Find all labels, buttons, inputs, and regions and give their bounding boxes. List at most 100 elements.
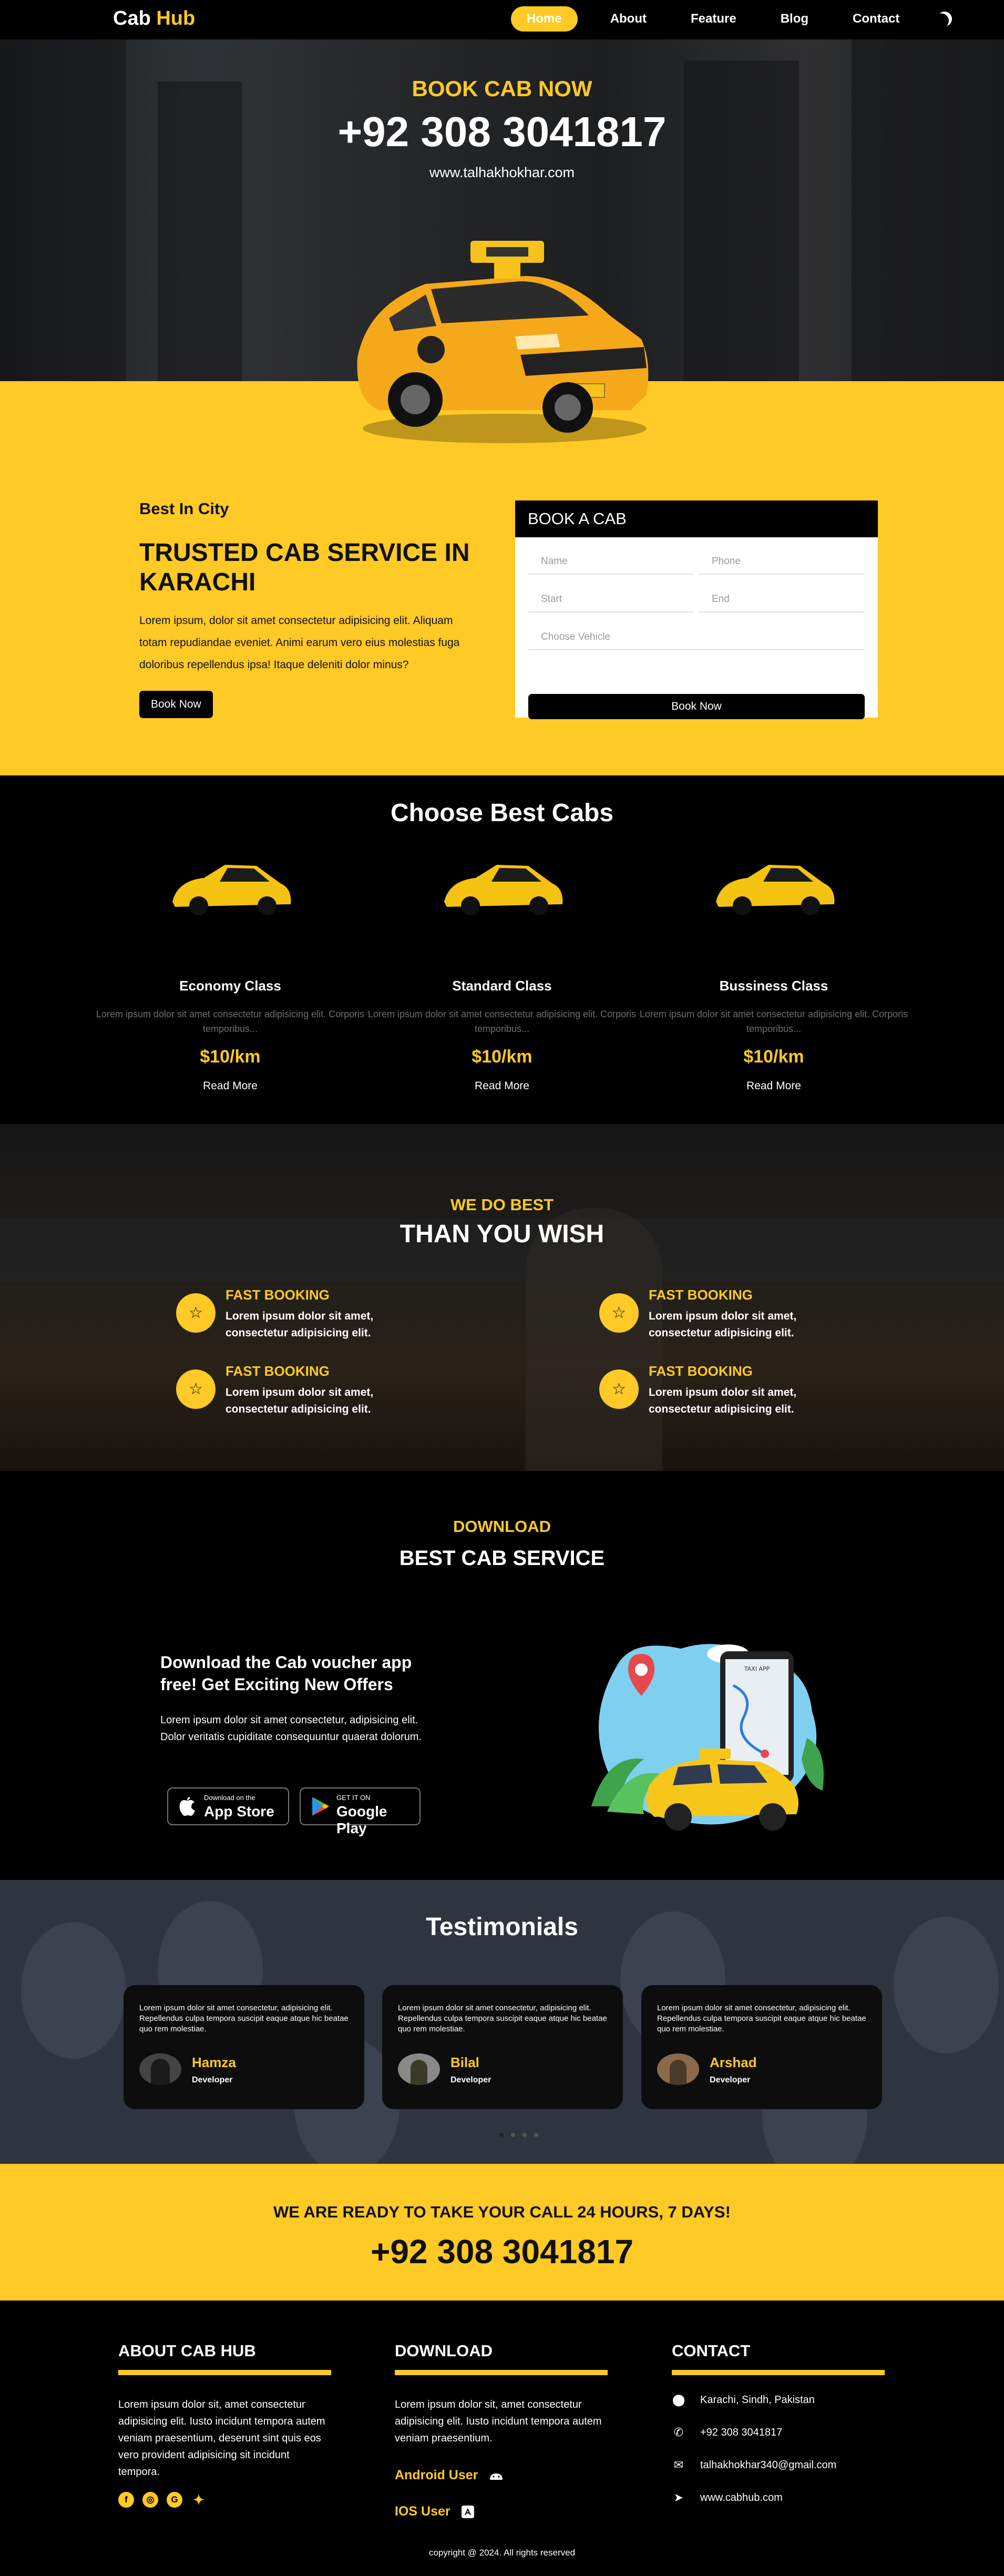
- app-store-label: App Store: [204, 1803, 274, 1819]
- cab-image: [172, 865, 291, 915]
- testimonial-text: Lorem ipsum dolor sit amet consectetur, …: [657, 2003, 866, 2033]
- nav-link-home[interactable]: Home: [511, 6, 578, 32]
- testimonial-role: Developer: [192, 2076, 233, 2084]
- features-section: WE DO BEST THAN YOU WISH ☆ FAST BOOKING …: [0, 1124, 1004, 1471]
- star-icon: ☆: [599, 1293, 639, 1333]
- download-heading: Download the Cab voucher app free! Get E…: [160, 1653, 412, 1694]
- testimonial-card: Lorem ipsum dolor sit amet consectetur, …: [641, 1985, 882, 2109]
- download-text: Lorem ipsum dolor sit amet consectetur, …: [160, 1714, 422, 1743]
- footer-divider: [672, 2370, 885, 2375]
- choose-cabs-section: Choose Best Cabs Economy Class Lorem ips…: [0, 775, 1004, 1124]
- ios-link[interactable]: IOS User: [395, 2504, 610, 2519]
- nav-link-feature[interactable]: Feature: [679, 6, 748, 32]
- google-play-icon: [312, 1797, 329, 1816]
- name-field[interactable]: Name: [528, 550, 694, 575]
- end-field[interactable]: End: [699, 588, 865, 612]
- testimonial-text: Lorem ipsum dolor sit amet consectetur, …: [398, 2003, 607, 2033]
- cab-price: $10/km: [200, 1047, 261, 1067]
- carousel-dot[interactable]: [511, 2133, 515, 2137]
- cabs-title: Choose Best Cabs: [390, 799, 614, 827]
- app-store-button[interactable]: Download on the App Store: [167, 1787, 289, 1825]
- carousel-dots: [499, 2133, 538, 2137]
- carousel-dot[interactable]: [534, 2133, 538, 2137]
- download-kicker: DOWNLOAD: [453, 1517, 551, 1536]
- booking-intro: Best In City TRUSTED CAB SERVICE IN KARA…: [139, 499, 476, 718]
- android-link[interactable]: Android User: [395, 2468, 610, 2483]
- app-store-caption: Download on the: [204, 1794, 255, 1802]
- brand-logo[interactable]: Cab Hub: [113, 7, 195, 30]
- read-more-link[interactable]: Read More: [365, 1080, 639, 1092]
- vehicle-select[interactable]: Choose Vehicle: [528, 626, 865, 650]
- features-title: THAN YOU WISH: [399, 1220, 605, 1248]
- testimonial-card: Lorem ipsum dolor sit amet consectetur, …: [382, 1985, 623, 2109]
- feature-title: FAST BOOKING: [226, 1363, 330, 1379]
- contact-phone[interactable]: ✆ +92 308 3041817: [672, 2425, 887, 2440]
- cab-name: Bussiness Class: [719, 978, 828, 994]
- testimonial-card: Lorem ipsum dolor sit amet consectetur, …: [124, 1985, 364, 2109]
- testimonials-title: Testimonials: [426, 1913, 578, 1941]
- google-play-caption: GET IT ON: [336, 1794, 371, 1802]
- call-phone[interactable]: +92 308 3041817: [0, 2232, 1004, 2271]
- phone-field[interactable]: Phone: [699, 550, 865, 575]
- nav-link-contact[interactable]: Contact: [841, 6, 911, 32]
- feature-title: FAST BOOKING: [649, 1363, 753, 1379]
- start-field[interactable]: Start: [528, 588, 694, 612]
- feature-text: Lorem ipsum dolor sit amet, consectetur …: [226, 1310, 374, 1339]
- cab-card-business: Bussiness Class Lorem ipsum dolor sit am…: [637, 854, 910, 1092]
- booking-form-title: BOOK A CAB: [515, 500, 878, 537]
- call-banner: WE ARE READY TO TAKE YOUR CALL 24 HOURS,…: [0, 2164, 1004, 2301]
- cab-price: $10/km: [743, 1047, 804, 1067]
- footer-about-text: Lorem ipsum dolor sit, amet consectetur …: [118, 2399, 325, 2478]
- booking-text: Lorem ipsum, dolor sit amet consectetur …: [139, 615, 460, 671]
- footer-about: ABOUT CAB HUB Lorem ipsum dolor sit, ame…: [118, 2342, 334, 2508]
- cab-image: [716, 865, 835, 915]
- instagram-icon[interactable]: ◎: [142, 2492, 158, 2508]
- cab-name: Standard Class: [452, 978, 552, 994]
- testimonial-name: Hamza: [192, 2054, 236, 2070]
- google-play-button[interactable]: GET IT ON Google Play: [300, 1787, 421, 1836]
- feature-title: FAST BOOKING: [226, 1287, 330, 1303]
- feature-title: FAST BOOKING: [649, 1287, 753, 1303]
- feature-text: Lorem ipsum dolor sit amet, consectetur …: [226, 1386, 374, 1415]
- cab-desc: Lorem ipsum dolor sit amet consectetur a…: [96, 1009, 365, 1034]
- android-icon: [490, 2473, 503, 2480]
- testimonial-role: Developer: [450, 2076, 491, 2084]
- footer-contact-title: CONTACT: [672, 2342, 751, 2360]
- android-label: Android User: [395, 2468, 478, 2482]
- testimonials-section: Testimonials Lorem ipsum dolor sit amet …: [0, 1880, 1004, 2164]
- mail-icon: ✉: [673, 2458, 684, 2471]
- facebook-icon[interactable]: f: [118, 2492, 134, 2508]
- cab-price: $10/km: [472, 1047, 532, 1067]
- cab-card-standard: Standard Class Lorem ipsum dolor sit ame…: [365, 854, 639, 1092]
- app-store-icon: [461, 2505, 474, 2518]
- top-navbar: Cab Hub Home About Feature Blog Contact: [0, 0, 1004, 39]
- cab-name: Economy Class: [179, 978, 281, 994]
- book-now-button[interactable]: Book Now: [139, 691, 213, 718]
- carousel-dot[interactable]: [499, 2133, 504, 2137]
- contact-email[interactable]: ✉ talhakhokhar340@gmail.com: [672, 2457, 887, 2473]
- carousel-dot[interactable]: [523, 2133, 527, 2137]
- twitter-icon[interactable]: ✦: [191, 2492, 207, 2508]
- read-more-link[interactable]: Read More: [94, 1080, 367, 1092]
- booking-kicker: Best In City: [139, 499, 229, 518]
- form-submit-button[interactable]: Book Now: [528, 694, 865, 719]
- google-icon[interactable]: G: [167, 2492, 182, 2508]
- footer-about-title: ABOUT CAB HUB: [118, 2342, 256, 2360]
- hero-website[interactable]: www.talhakhokhar.com: [0, 165, 1004, 181]
- testimonial-text: Lorem ipsum dolor sit amet consectetur, …: [139, 2003, 349, 2033]
- nav-link-blog[interactable]: Blog: [769, 6, 820, 32]
- moon-icon[interactable]: [935, 9, 955, 29]
- nav-link-about[interactable]: About: [599, 6, 658, 32]
- footer-download-title: DOWNLOAD: [395, 2342, 493, 2360]
- contact-website[interactable]: ➤ www.cabhub.com: [672, 2490, 887, 2506]
- avatar: [657, 2053, 699, 2085]
- hero-taxi-image: [357, 241, 649, 443]
- svg-text:TAXI APP: TAXI APP: [744, 1665, 770, 1672]
- star-icon: ☆: [599, 1369, 639, 1409]
- download-title: BEST CAB SERVICE: [399, 1547, 605, 1570]
- hero-phone[interactable]: +92 308 3041817: [0, 108, 1004, 156]
- features-kicker: WE DO BEST: [450, 1195, 554, 1214]
- cab-desc: Lorem ipsum dolor sit amet consectetur a…: [367, 1009, 637, 1034]
- read-more-link[interactable]: Read More: [637, 1080, 910, 1092]
- apple-icon: [179, 1797, 195, 1816]
